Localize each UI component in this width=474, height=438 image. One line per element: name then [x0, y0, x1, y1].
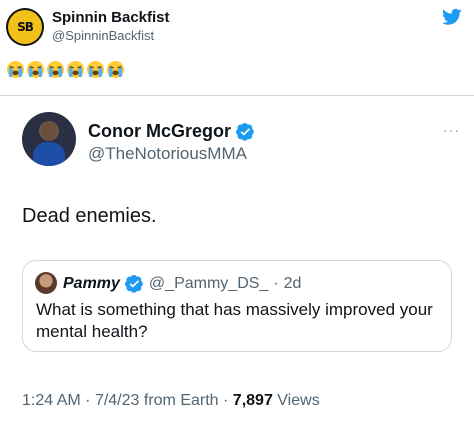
- twitter-bird-icon: [442, 8, 462, 25]
- pammy-avatar[interactable]: [35, 272, 57, 294]
- tweet-metadata: 1:24 AM · 7/4/23 from Earth · 7,897 View…: [22, 392, 320, 410]
- tweet-date[interactable]: 7/4/23: [95, 392, 139, 409]
- quoted-tweet-text: What is something that has massively imp…: [36, 300, 433, 341]
- verified-badge-icon: [236, 123, 254, 141]
- emoji-row: [6, 60, 125, 79]
- embedded-author-name-row[interactable]: Conor McGregor: [88, 121, 255, 142]
- tweet-text: Dead enemies.: [22, 205, 157, 227]
- quoted-tweet-header: Pammy @_Pammy_DS_ · 2d: [63, 274, 301, 293]
- separator-dot: ·: [223, 392, 229, 409]
- outer-author-name[interactable]: Spinnin Backfist: [52, 9, 170, 26]
- loudly-crying-face-icon: [66, 60, 85, 79]
- screenshot: SB Spinnin Backfist @SpinninBackfist Con…: [0, 0, 474, 438]
- verified-badge-icon: [124, 275, 143, 293]
- avatar-head: [41, 121, 57, 140]
- separator-dot: ·: [85, 392, 91, 409]
- avatar-ring: SB: [8, 10, 42, 44]
- quoted-tweet-age[interactable]: 2d: [284, 275, 302, 293]
- avatar-logo: SB: [17, 20, 34, 34]
- views-label: Views: [277, 392, 320, 409]
- tweet-time[interactable]: 1:24 AM: [22, 392, 81, 409]
- loudly-crying-face-icon: [26, 60, 45, 79]
- embedded-author-name[interactable]: Conor McGregor: [88, 121, 231, 142]
- embedded-author-handle[interactable]: @TheNotoriousMMA: [88, 144, 247, 164]
- more-options-icon[interactable]: ···: [443, 122, 460, 138]
- loudly-crying-face-icon: [46, 60, 65, 79]
- avatar-suit: [33, 142, 65, 166]
- outer-author-handle[interactable]: @SpinninBackfist: [52, 28, 154, 43]
- quoted-author-name[interactable]: Pammy: [63, 275, 120, 293]
- tweet-source: from Earth: [143, 392, 219, 409]
- quoted-author-handle[interactable]: @_Pammy_DS_: [149, 275, 268, 293]
- quoted-tweet[interactable]: Pammy @_Pammy_DS_ · 2d What is something…: [22, 260, 452, 352]
- spinnin-backfist-avatar[interactable]: SB: [6, 8, 44, 46]
- separator-dot: ·: [273, 274, 279, 292]
- loudly-crying-face-icon: [106, 60, 125, 79]
- conor-mcgregor-avatar[interactable]: [22, 112, 76, 166]
- views-count[interactable]: 7,897: [233, 392, 273, 409]
- embedded-tweet[interactable]: Conor McGregor @TheNotoriousMMA ··· Dead…: [0, 95, 474, 438]
- loudly-crying-face-icon: [86, 60, 105, 79]
- loudly-crying-face-icon: [6, 60, 25, 79]
